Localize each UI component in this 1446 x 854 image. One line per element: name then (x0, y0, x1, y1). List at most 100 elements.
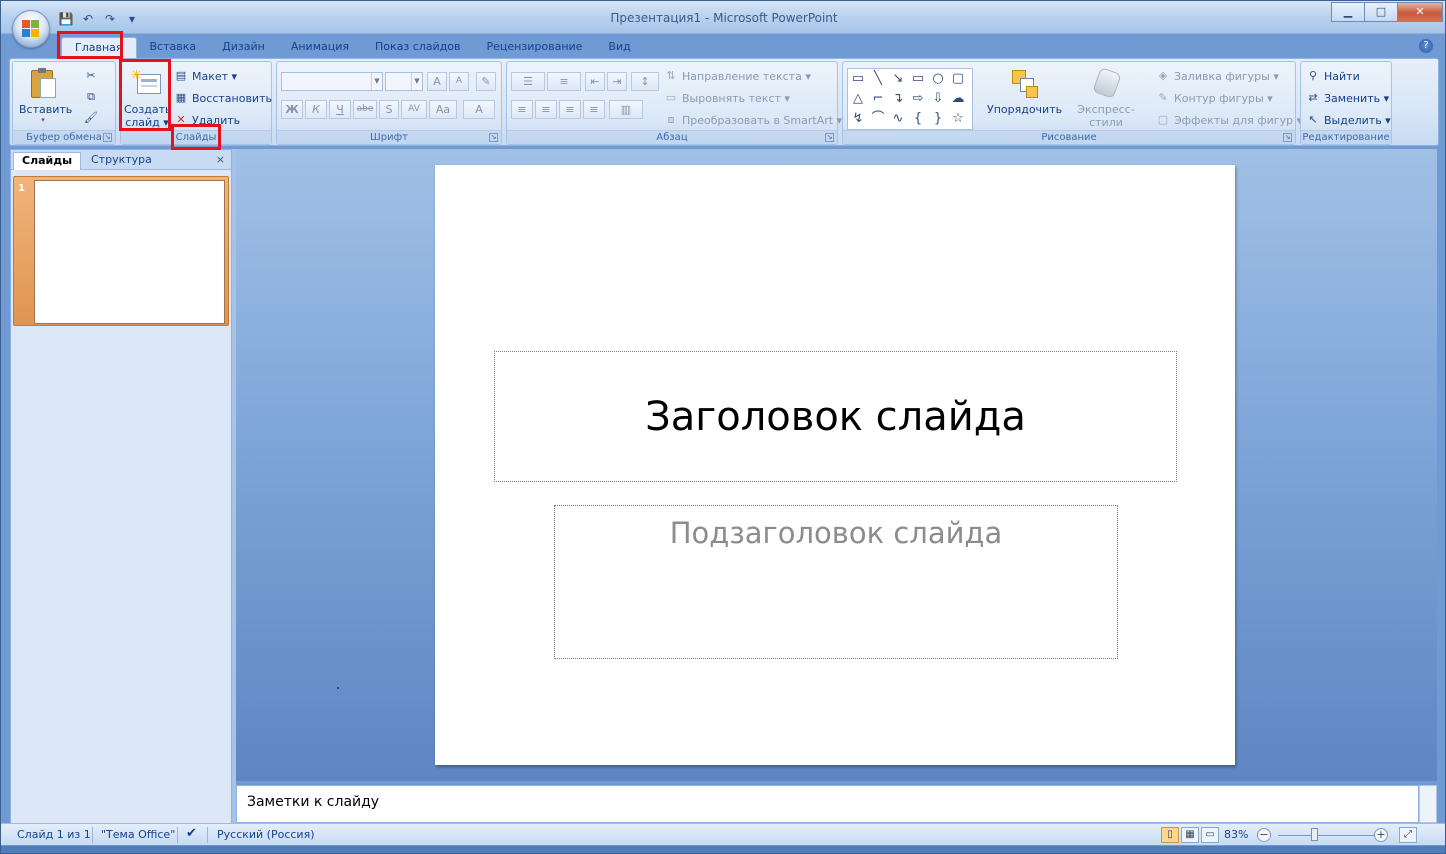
bullets-icon[interactable]: ☰ (511, 72, 545, 91)
cut-button[interactable]: ✂ (83, 66, 99, 86)
font-size-combo[interactable]: ▼ (385, 72, 423, 91)
notes-pane[interactable]: Заметки к слайду (236, 785, 1419, 823)
justify-icon[interactable]: ≡ (583, 100, 605, 119)
arrange-button[interactable]: Упорядочить (987, 68, 1062, 116)
align-text-button[interactable]: ▭ Выровнять текст ▾ (663, 88, 790, 108)
shape-triangle-icon[interactable]: △ (848, 89, 868, 109)
zoom-slider[interactable] (1278, 835, 1374, 836)
fit-to-window-icon[interactable]: ⤢ (1399, 827, 1417, 843)
shape-lightning-icon[interactable]: ↯ (848, 109, 868, 129)
shape-effects-button[interactable]: ▢ Эффекты для фигур ▾ (1155, 110, 1302, 130)
shape-fill-button[interactable]: ◈ Заливка фигуры ▾ (1155, 66, 1279, 86)
drawing-launcher-icon[interactable]: ↘ (1283, 133, 1292, 142)
zoom-out-icon[interactable]: − (1257, 828, 1271, 842)
align-center-icon[interactable]: ≡ (535, 100, 557, 119)
paragraph-launcher-icon[interactable]: ↘ (825, 133, 834, 142)
notes-scrollbar[interactable] (1419, 785, 1437, 823)
strikethrough-button[interactable]: abe (353, 100, 377, 119)
grow-font-button[interactable]: A (427, 72, 447, 91)
columns-icon[interactable]: ▥ (609, 100, 643, 119)
shape-outline-button[interactable]: ✎ Контур фигуры ▾ (1155, 88, 1272, 108)
change-case-button[interactable]: Aa (429, 100, 457, 119)
title-placeholder[interactable]: Заголовок слайда (494, 351, 1177, 482)
tab-review[interactable]: Рецензирование (474, 37, 596, 59)
language-indicator[interactable]: Русский (Россия) (217, 828, 315, 841)
tab-slideshow[interactable]: Показ слайдов (362, 37, 474, 59)
close-button[interactable]: ✕ (1397, 2, 1443, 22)
decrease-indent-icon[interactable]: ⇤ (585, 72, 605, 91)
clear-format-icon[interactable]: ✎ (476, 72, 496, 91)
customize-qat-icon[interactable]: ▾ (124, 11, 140, 27)
char-spacing-button[interactable]: AV (401, 100, 427, 119)
shape-star-icon[interactable]: ☆ (948, 109, 968, 129)
normal-view-icon[interactable]: ▯ (1161, 827, 1179, 843)
close-pane-icon[interactable]: × (216, 153, 225, 166)
redo-icon[interactable]: ↷ (102, 11, 118, 27)
shapes-gallery[interactable]: ▭ ╲ ↘ ▭ ○ ▢ △ ⌐ ↴ ⇨ ⇩ ☁ ↯ ⌒ ∿ { } ☆ (847, 68, 973, 130)
shape-rounded-rect-icon[interactable]: ▢ (948, 69, 968, 89)
shrink-font-button[interactable]: A (449, 72, 469, 91)
layout-button[interactable]: ▤ Макет ▾ (173, 66, 237, 86)
numbering-icon[interactable]: ≡ (547, 72, 581, 91)
align-left-icon[interactable]: ≡ (511, 100, 533, 119)
shape-arc-icon[interactable]: ⌒ (868, 109, 888, 129)
office-button[interactable] (12, 10, 50, 48)
shape-rectangle-icon[interactable]: ▭ (908, 69, 928, 89)
line-spacing-icon[interactable]: ↕ (631, 72, 659, 91)
undo-icon[interactable]: ↶ (80, 11, 96, 27)
shape-right-arrow-icon[interactable]: ⇨ (908, 89, 928, 109)
find-button[interactable]: ⚲ Найти (1305, 66, 1360, 86)
font-color-button[interactable]: A (463, 100, 495, 119)
zoom-slider-thumb[interactable] (1311, 828, 1318, 841)
chevron-down-icon: ▼ (411, 73, 422, 90)
tab-insert[interactable]: Вставка (137, 37, 210, 59)
shape-line-icon[interactable]: ╲ (868, 69, 888, 89)
group-font: ▼ ▼ A A ✎ Ж К Ч abe S AV Aa A Шрифт ↘ (276, 61, 502, 145)
help-icon[interactable]: ? (1419, 39, 1433, 53)
shape-right-brace-icon[interactable]: } (928, 109, 948, 129)
spellcheck-icon[interactable]: ✔ (186, 826, 197, 841)
shape-oval-icon[interactable]: ○ (928, 69, 948, 89)
reset-button[interactable]: ▦ Восстановить (173, 88, 272, 108)
shape-elbow-icon[interactable]: ⌐ (868, 89, 888, 109)
shape-curve-icon[interactable]: ∿ (888, 109, 908, 129)
tab-design[interactable]: Дизайн (209, 37, 278, 59)
tab-slides-pane[interactable]: Слайды (13, 152, 82, 170)
replace-button[interactable]: ⇄ Заменить ▾ (1305, 88, 1389, 108)
zoom-in-icon[interactable]: + (1374, 828, 1388, 842)
smartart-button[interactable]: ⧈ Преобразовать в SmartArt ▾ (663, 110, 843, 130)
minimize-button[interactable]: ▁ (1331, 2, 1365, 22)
shape-text-box-icon[interactable]: ▭ (848, 69, 868, 89)
align-right-icon[interactable]: ≡ (559, 100, 581, 119)
slide-sorter-icon[interactable]: ▦ (1181, 827, 1199, 843)
underline-button[interactable]: Ч (329, 100, 351, 119)
increase-indent-icon[interactable]: ⇥ (607, 72, 627, 91)
shape-elbow-arrow-icon[interactable]: ↴ (888, 89, 908, 109)
slideshow-view-icon[interactable]: ▭ (1201, 827, 1219, 843)
text-direction-button[interactable]: ⇅ Направление текста ▾ (663, 66, 810, 86)
shape-left-brace-icon[interactable]: { (908, 109, 928, 129)
slide-canvas[interactable]: Заголовок слайда Подзаголовок слайда (435, 165, 1235, 765)
select-button[interactable]: ↖ Выделить ▾ (1305, 110, 1390, 130)
shape-cloud-icon[interactable]: ☁ (948, 89, 968, 109)
font-launcher-icon[interactable]: ↘ (489, 133, 498, 142)
shape-arrow-line-icon[interactable]: ↘ (888, 69, 908, 89)
zoom-level[interactable]: 83% (1224, 828, 1248, 841)
save-icon[interactable]: 💾 (58, 11, 74, 27)
tab-view[interactable]: Вид (595, 37, 643, 59)
italic-button[interactable]: К (305, 100, 327, 119)
tab-animation[interactable]: Анимация (278, 37, 362, 59)
copy-button[interactable]: ⧉ (83, 87, 99, 107)
maximize-button[interactable]: □ (1364, 2, 1398, 22)
paste-button[interactable]: Вставить ▾ (19, 68, 72, 124)
tab-outline-pane[interactable]: Структура (83, 152, 160, 170)
font-name-combo[interactable]: ▼ (281, 72, 383, 91)
clipboard-launcher-icon[interactable]: ↘ (103, 133, 112, 142)
quick-styles-button[interactable]: Экспресс-стили (1063, 67, 1149, 129)
slide-thumbnail[interactable]: 1 (13, 176, 229, 326)
subtitle-placeholder[interactable]: Подзаголовок слайда (554, 505, 1118, 659)
bold-button[interactable]: Ж (281, 100, 303, 119)
shape-down-arrow-icon[interactable]: ⇩ (928, 89, 948, 109)
shadow-button[interactable]: S (379, 100, 399, 119)
format-painter-button[interactable]: 🖌 (83, 108, 99, 128)
